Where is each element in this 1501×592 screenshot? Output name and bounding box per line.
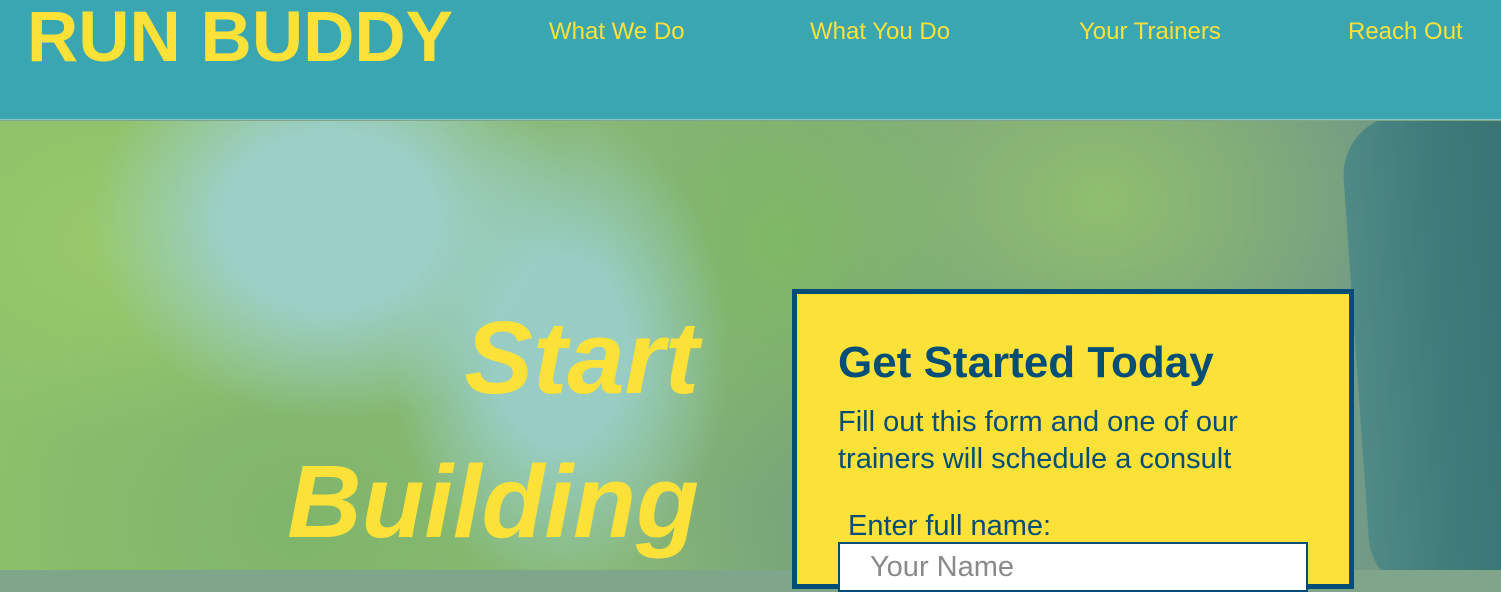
site-logo[interactable]: RUN BUDDY [27,0,453,78]
form-title: Get Started Today [838,338,1214,387]
hero-background-image [1339,121,1501,570]
nav-link-reach-out[interactable]: Reach Out [1348,18,1463,46]
hero-headline-building: Building [287,444,699,559]
name-input[interactable] [838,542,1308,592]
site-header: RUN BUDDY What We Do What You Do Your Tr… [0,0,1501,120]
nav-link-your-trainers[interactable]: Your Trainers [1079,18,1221,46]
name-label: Enter full name: [848,510,1052,542]
hero-headline-start: Start [464,300,699,415]
form-description: Fill out this form and one of our traine… [838,406,1238,475]
nav-link-what-we-do[interactable]: What We Do [549,18,685,46]
nav-link-what-you-do[interactable]: What You Do [810,18,950,46]
get-started-form: Get Started Today Fill out this form and… [792,289,1354,592]
